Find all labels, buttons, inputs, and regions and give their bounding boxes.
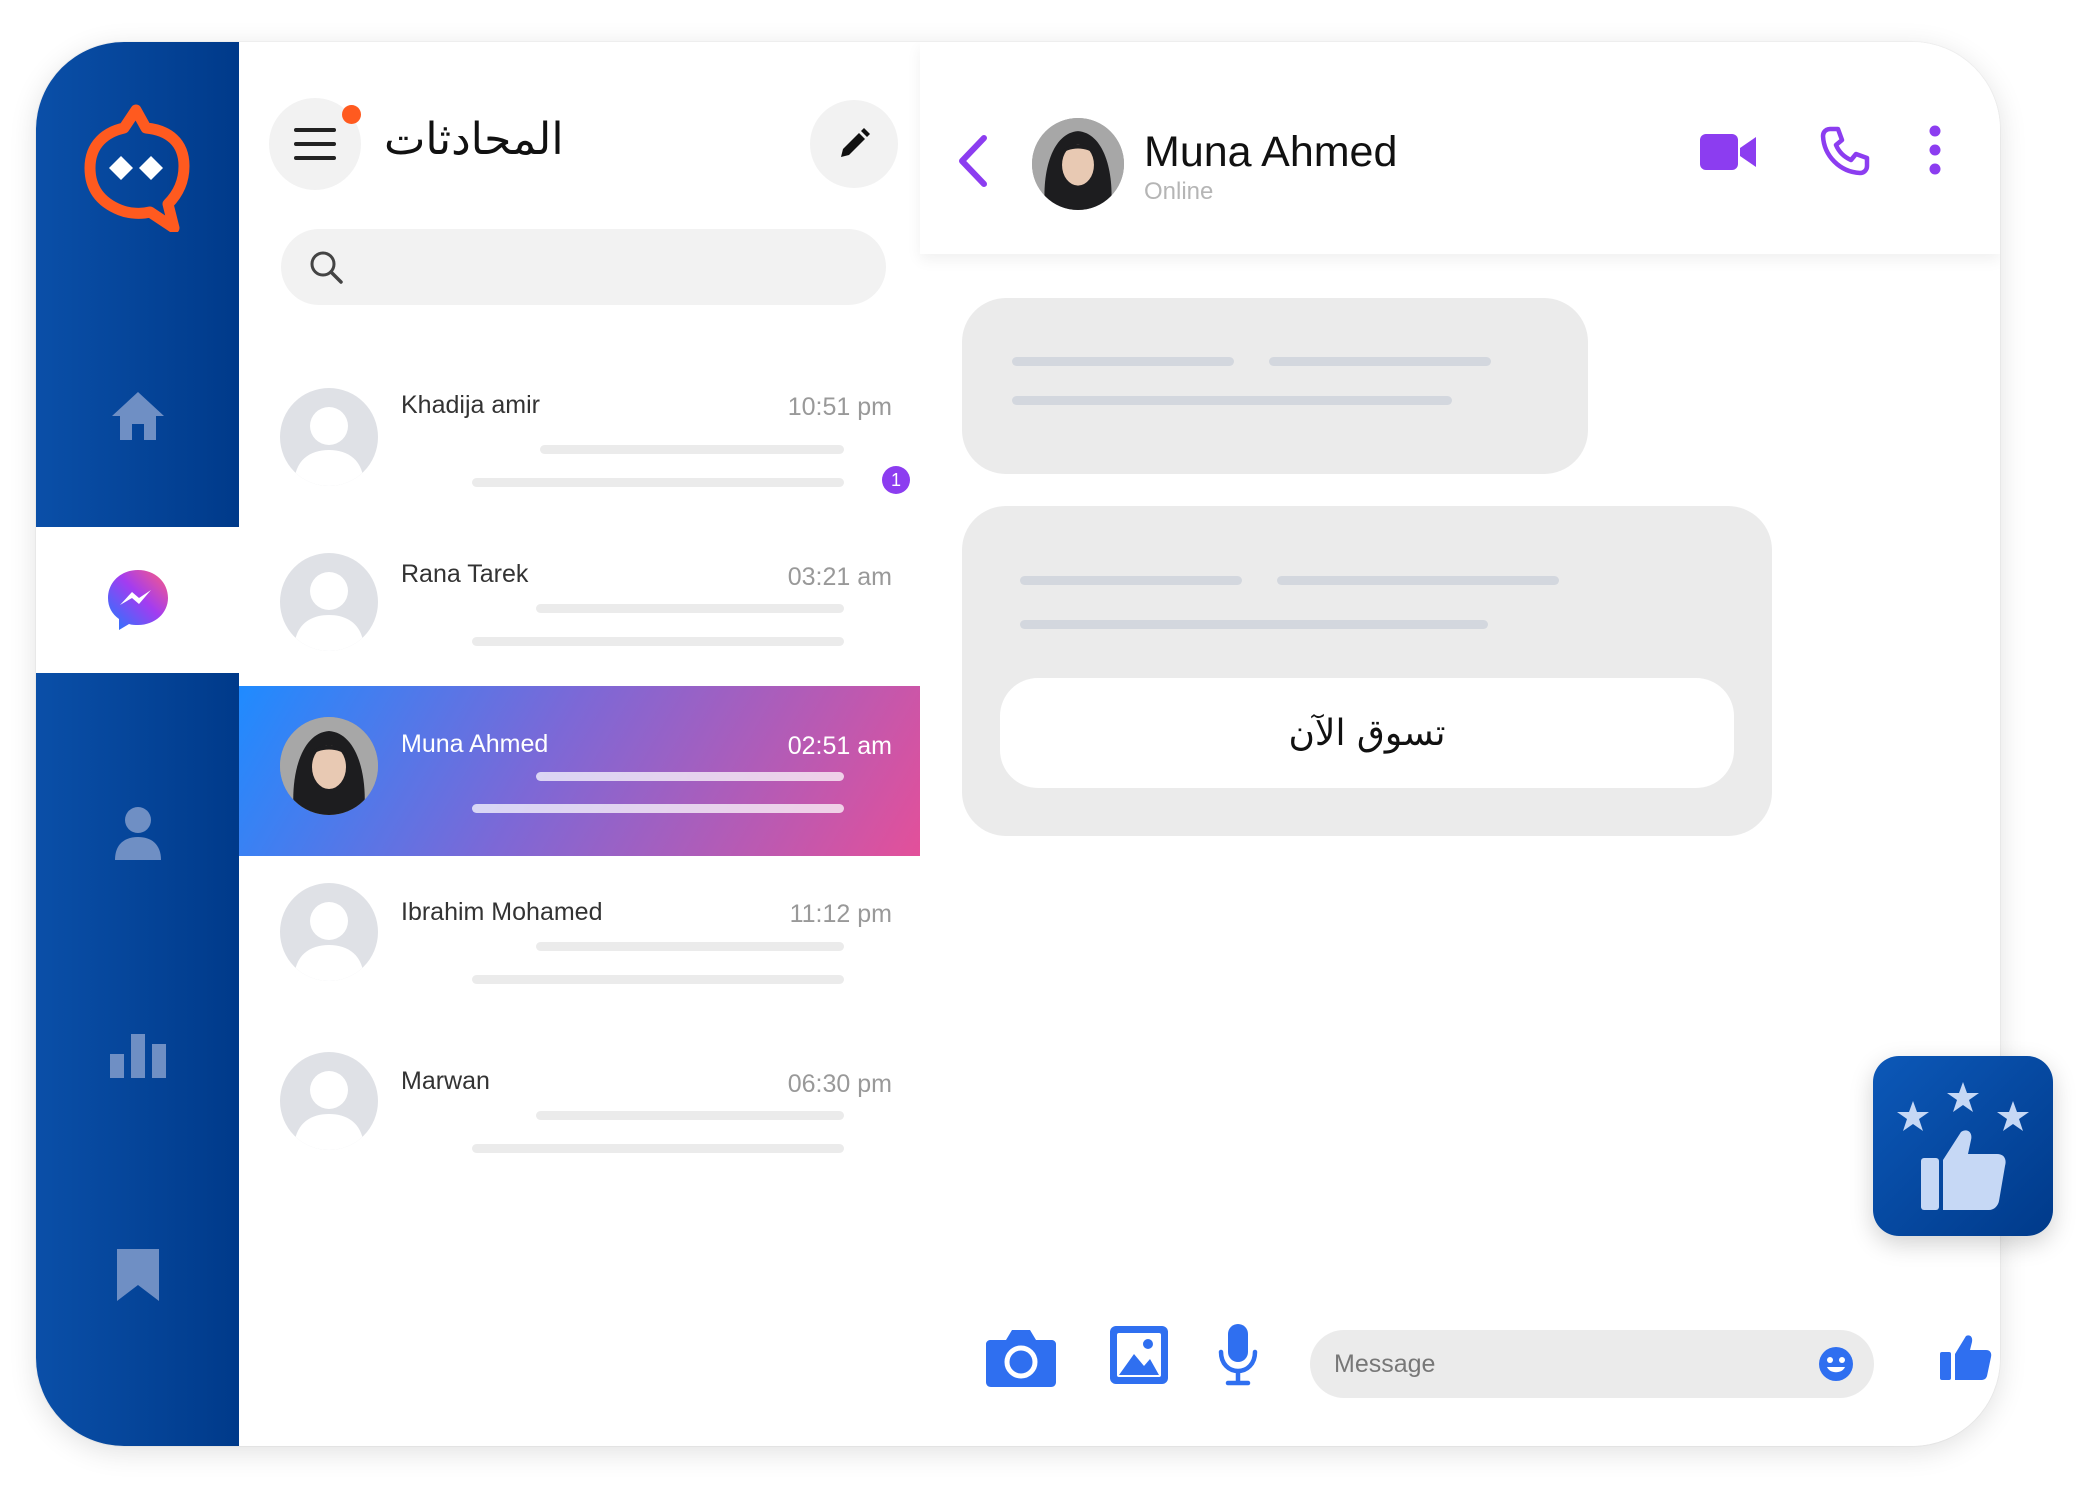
chat-row-muna-ahmed[interactable]: Muna Ahmed 02:51 am — [239, 686, 920, 856]
avatar-placeholder — [280, 388, 378, 486]
avatar-placeholder — [280, 1052, 378, 1150]
preview-line — [536, 772, 844, 781]
camera-icon — [986, 1330, 1056, 1387]
contact-name: Muna Ahmed — [401, 730, 549, 758]
rail-profile[interactable] — [36, 760, 239, 906]
preview-line — [472, 637, 844, 646]
pencil-icon — [841, 128, 870, 157]
bar-chart-icon — [109, 1034, 166, 1078]
home-icon — [111, 392, 164, 440]
preview-line — [472, 975, 844, 984]
message-bubble — [962, 298, 1588, 474]
unread-badge: 1 — [882, 466, 910, 494]
avatar-placeholder — [280, 883, 378, 981]
message-placeholder-line — [1277, 576, 1559, 585]
search-icon — [310, 251, 343, 284]
preview-line — [536, 1111, 844, 1120]
preview-line — [536, 942, 844, 951]
chat-row-ibrahim-mohamed[interactable]: Ibrahim Mohamed 11:12 pm — [239, 850, 920, 1020]
chat-header: Muna Ahmed Online — [920, 42, 2000, 254]
contact-name: Muna Ahmed — [1144, 128, 1398, 176]
message-placeholder-line — [1012, 357, 1234, 366]
chat-row-khadija-amir[interactable]: Khadija amir 10:51 pm 1 — [239, 343, 920, 513]
microphone-icon — [1218, 1324, 1258, 1386]
voice-record-button[interactable] — [1218, 1324, 1258, 1391]
conversation-pane: Muna Ahmed Online تسوق الآن Message — [920, 42, 2000, 1446]
preview-line — [540, 445, 844, 454]
voice-call-button[interactable] — [1820, 126, 1870, 181]
thumbs-up-icon — [1940, 1335, 1992, 1380]
message-composer — [920, 1318, 2000, 1418]
chat-row-rana-tarek[interactable]: Rana Tarek 03:21 am — [239, 512, 920, 682]
search-bar[interactable] — [281, 229, 886, 305]
image-icon — [1110, 1326, 1168, 1384]
camera-button[interactable] — [986, 1326, 1056, 1393]
contact-name: Khadija amir — [401, 391, 540, 419]
page-title: المحادثات — [384, 114, 564, 165]
chevron-left-icon — [959, 135, 987, 187]
message-time: 10:51 pm — [787, 393, 892, 421]
contact-photo — [280, 717, 378, 815]
contact-photo[interactable] — [1032, 118, 1124, 210]
rail-analytics[interactable] — [36, 980, 239, 1126]
thumbs-up-stars-icon — [1897, 1082, 2029, 1210]
preview-line — [536, 604, 844, 613]
rating-badge — [1873, 1056, 2053, 1236]
hamburger-icon — [294, 128, 336, 160]
avatar-placeholder — [280, 553, 378, 651]
rail-bookmarks[interactable] — [36, 1202, 239, 1348]
contact-name: Ibrahim Mohamed — [401, 898, 603, 926]
like-button[interactable] — [1940, 1332, 1992, 1387]
presence-status: Online — [1144, 178, 1214, 205]
message-placeholder-line — [1020, 576, 1242, 585]
chat-row-marwan[interactable]: Marwan 06:30 pm — [239, 1019, 920, 1189]
contact-name: Marwan — [401, 1067, 490, 1095]
message-input[interactable] — [1332, 1348, 1796, 1380]
contact-name: Rana Tarek — [401, 560, 529, 588]
back-button[interactable] — [956, 134, 990, 193]
app-logo[interactable] — [84, 104, 190, 234]
conversation-list: المحادثات Khadija amir 10:51 pm 1 Rana T… — [239, 42, 922, 1446]
rail-messenger[interactable] — [36, 527, 239, 673]
compose-button[interactable] — [810, 100, 898, 188]
message-time: 06:30 pm — [787, 1070, 892, 1098]
app-window: المحادثات Khadija amir 10:51 pm 1 Rana T… — [36, 42, 2000, 1446]
bookmark-icon — [116, 1249, 159, 1301]
message-placeholder-line — [1269, 357, 1491, 366]
preview-line — [472, 804, 844, 813]
search-input[interactable] — [359, 250, 843, 284]
user-icon — [114, 807, 161, 860]
more-vertical-icon — [1929, 125, 1941, 175]
message-placeholder-line — [1012, 396, 1452, 405]
more-options-button[interactable] — [1928, 124, 1942, 181]
message-time: 03:21 am — [787, 563, 892, 591]
shop-now-button[interactable]: تسوق الآن — [1000, 678, 1734, 788]
notification-dot — [342, 105, 361, 124]
message-placeholder-line — [1020, 620, 1488, 629]
message-time: 11:12 pm — [789, 900, 892, 928]
preview-line — [472, 478, 844, 487]
preview-line — [472, 1144, 844, 1153]
gallery-button[interactable] — [1110, 1326, 1168, 1389]
video-call-button[interactable] — [1700, 132, 1756, 177]
sidebar-rail — [36, 42, 239, 1446]
video-camera-icon — [1700, 134, 1756, 170]
message-bubble: تسوق الآن — [962, 506, 1772, 836]
messenger-icon — [107, 570, 168, 630]
emoji-icon[interactable] — [1818, 1346, 1854, 1382]
phone-icon — [1820, 126, 1870, 176]
message-time: 02:51 am — [787, 732, 892, 760]
rail-home[interactable] — [36, 343, 239, 489]
message-input-container[interactable] — [1310, 1330, 1874, 1398]
